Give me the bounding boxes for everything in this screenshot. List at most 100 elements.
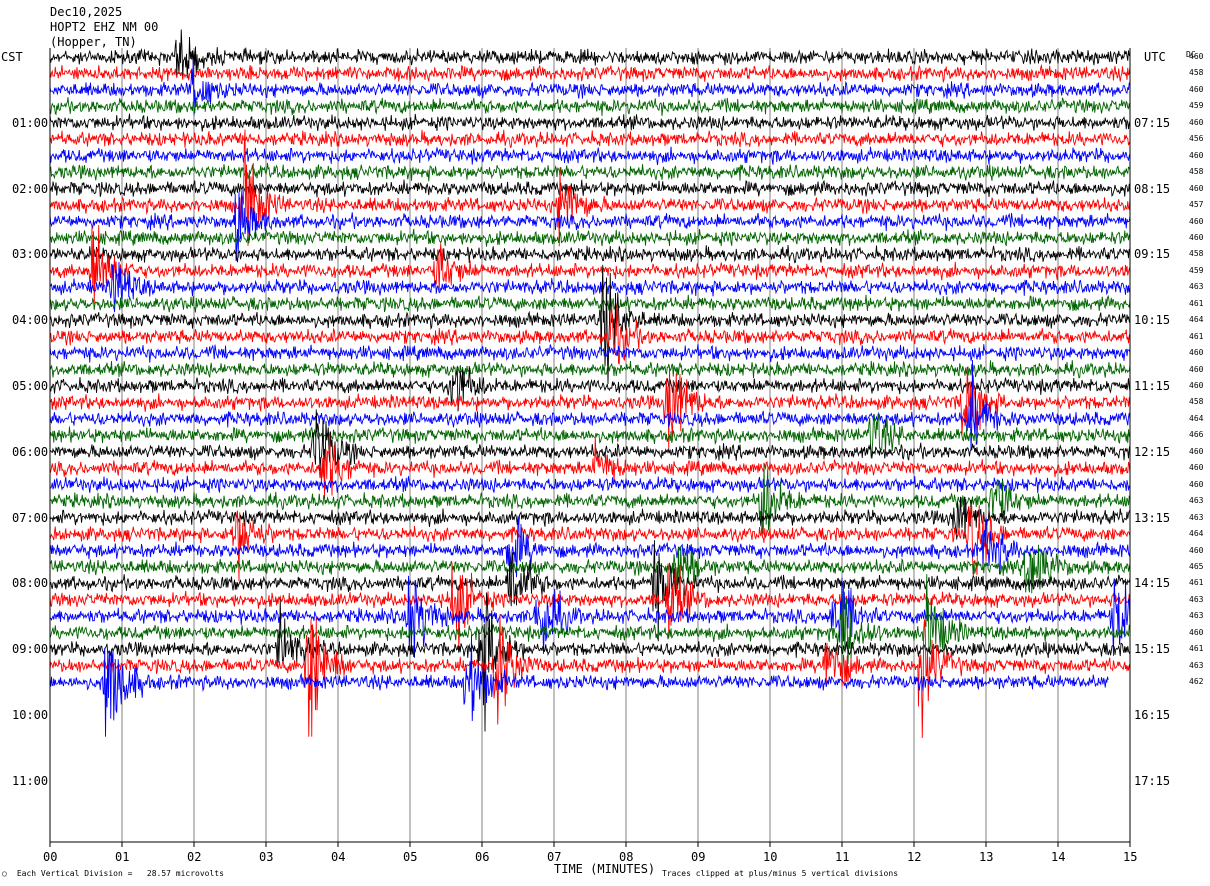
dc-offset-25: 460 <box>1189 463 1204 473</box>
dc-offset-9: 457 <box>1189 200 1204 210</box>
dc-offset-31: 465 <box>1189 561 1204 571</box>
x-tick-label: 03 <box>259 850 274 864</box>
utc-hour-label: 09:15 <box>1134 247 1171 262</box>
dc-offset-11: 460 <box>1189 232 1204 242</box>
cst-hour-label: 08:00 <box>12 576 49 591</box>
trace-line-16 <box>49 264 1131 385</box>
x-tick-label: 11 <box>835 850 850 864</box>
dc-offset-8: 460 <box>1189 183 1204 193</box>
utc-hour-label: 15:15 <box>1134 642 1171 657</box>
trace-line-26 <box>49 475 1130 494</box>
x-tick-label: 01 <box>115 850 130 864</box>
vertical-division-note: ○ Each Vertical Division = 28.57 microvol… <box>2 869 224 878</box>
x-tick-label: 04 <box>331 850 346 864</box>
trace-line-12 <box>49 244 1131 264</box>
dc-offset-22: 464 <box>1189 413 1204 423</box>
x-tick-label: 10 <box>763 850 778 864</box>
x-tick-label: 09 <box>691 850 706 864</box>
utc-hour-label: 10:15 <box>1134 313 1171 328</box>
trace-line-4 <box>49 113 1131 132</box>
dc-offset-0: 460 <box>1189 52 1204 61</box>
trace-line-34 <box>49 575 1131 658</box>
cst-hour-label: 07:00 <box>12 510 49 525</box>
cst-hour-label: 04:00 <box>12 313 49 328</box>
date-label: Dec10,2025 <box>50 5 123 19</box>
utc-hour-label: 13:15 <box>1134 510 1171 525</box>
dc-offset-19: 460 <box>1189 364 1204 374</box>
x-tick-label: 05 <box>403 850 418 864</box>
dc-offset-18: 460 <box>1189 348 1204 358</box>
trace-line-7 <box>49 162 1131 182</box>
utc-hour-label: 08:15 <box>1134 181 1171 196</box>
dc-offset-13: 459 <box>1189 265 1204 275</box>
minute-gridlines <box>121 48 1059 842</box>
dc-offset-17: 461 <box>1189 331 1204 341</box>
dc-offset-14: 463 <box>1189 282 1204 292</box>
x-tick-label: 15 <box>1123 850 1138 864</box>
dc-offset-30: 460 <box>1189 545 1204 555</box>
dc-offset-37: 463 <box>1189 660 1204 670</box>
dc-offset-2: 460 <box>1189 84 1204 94</box>
dc-offset-20: 460 <box>1189 381 1204 390</box>
trace-line-25 <box>49 433 1131 499</box>
cst-hour-label: 11:00 <box>12 773 49 788</box>
cst-hour-label: 05:00 <box>12 379 49 393</box>
trace-line-8 <box>49 179 1131 198</box>
trace-line-11 <box>49 228 1131 247</box>
utc-hour-label: 17:15 <box>1134 773 1171 788</box>
dc-offset-7: 458 <box>1189 167 1204 177</box>
cst-hour-label: 02:00 <box>12 181 49 196</box>
dc-offset-4: 460 <box>1189 117 1204 127</box>
station-label: HOPT2 EHZ NM 00 <box>50 20 159 34</box>
dc-offset-23: 466 <box>1189 430 1204 440</box>
dc-offset-1: 458 <box>1189 68 1204 78</box>
utc-hour-label: 12:15 <box>1134 444 1171 459</box>
dc-offset-36: 461 <box>1189 644 1204 654</box>
dc-offset-5: 456 <box>1189 134 1204 144</box>
dc-offset-6: 460 <box>1189 150 1204 160</box>
trace-line-29 <box>49 505 1131 581</box>
trace-line-18 <box>49 343 1131 363</box>
dc-offset-3: 459 <box>1189 101 1204 111</box>
dc-offset-15: 461 <box>1189 298 1204 308</box>
x-tick-label: 02 <box>187 850 202 864</box>
x-tick-label: 12 <box>907 850 922 864</box>
cst-hour-label: 03:00 <box>12 247 49 262</box>
dc-offset-34: 463 <box>1189 611 1204 621</box>
x-tick-label: 06 <box>475 850 490 864</box>
clip-note: Traces clipped at plus/minus 5 vertical … <box>662 869 899 878</box>
dc-offset-32: 461 <box>1189 578 1204 588</box>
trace-line-3 <box>49 97 1131 116</box>
helicorder-plot <box>49 29 1131 847</box>
cst-hour-label: 10:00 <box>12 708 49 722</box>
x-tick-label: 14 <box>1051 850 1066 864</box>
x-axis-label: TIME (MINUTES) <box>554 862 656 876</box>
dc-offset-21: 458 <box>1189 397 1204 407</box>
cst-hour-label: 09:00 <box>12 642 49 657</box>
trace-line-6 <box>49 146 1131 166</box>
dc-offset-24: 460 <box>1189 446 1204 456</box>
trace-lines <box>49 29 1131 739</box>
trace-line-5 <box>49 129 1131 149</box>
dc-offset-26: 460 <box>1189 479 1204 489</box>
cst-label: CST <box>1 50 23 64</box>
utc-hour-label: 07:15 <box>1134 115 1171 130</box>
vertical-division-text: Each Vertical Division = 28.57 microvolt… <box>16 869 224 878</box>
dc-offset-29: 464 <box>1189 529 1204 539</box>
utc-hour-label: 14:15 <box>1134 576 1171 591</box>
dc-offset-38: 462 <box>1189 677 1204 687</box>
x-tick-label: 00 <box>43 850 58 864</box>
dc-offset-16: 464 <box>1189 315 1204 325</box>
utc-hour-label: 11:15 <box>1134 379 1171 393</box>
dc-offset-27: 463 <box>1189 496 1204 506</box>
dc-offset-33: 463 <box>1189 594 1204 604</box>
utc-hour-label: 16:15 <box>1134 708 1171 722</box>
cst-hour-label: 06:00 <box>12 444 49 459</box>
dc-offset-10: 460 <box>1189 216 1204 226</box>
utc-label: UTC <box>1144 50 1166 64</box>
cst-hour-label: 01:00 <box>12 115 49 130</box>
dc-offset-28: 463 <box>1189 512 1204 522</box>
location-label: (Hopper, TN) <box>50 35 137 49</box>
trace-line-1 <box>49 63 1131 84</box>
trace-line-15 <box>49 294 1131 313</box>
